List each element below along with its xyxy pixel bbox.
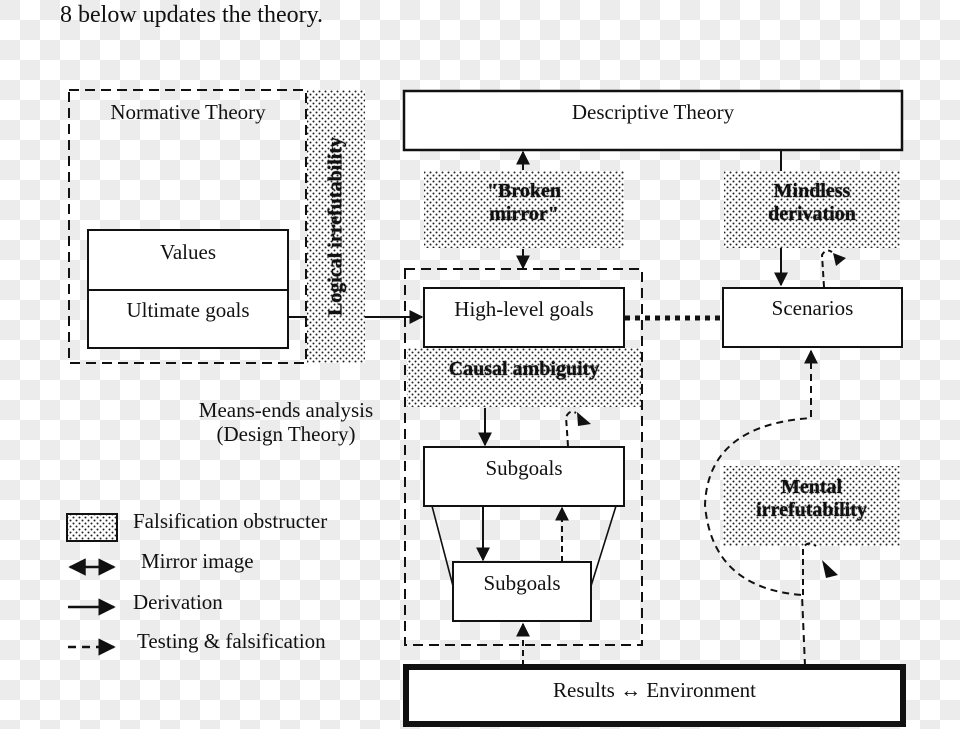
legend-mirror-image: Mirror image xyxy=(141,549,254,573)
legend-falsification-obstructer: Falsification obstructer xyxy=(133,509,328,533)
subgoals-testing-loop xyxy=(564,410,577,447)
legend-derivation: Derivation xyxy=(133,590,223,614)
ultimate-goals-label: Ultimate goals xyxy=(126,298,250,322)
legend-dotted-box-icon xyxy=(66,513,118,542)
values-label: Values xyxy=(160,240,216,264)
legend-testing-falsification: Testing & falsification xyxy=(137,629,326,653)
broken-mirror-label: "Broken mirror" xyxy=(424,180,624,226)
mental-irrefutability-line-1: Mental xyxy=(780,476,843,498)
mental-irrefutability-label: Mental irrefutability xyxy=(723,476,900,522)
means-ends-label: Means-ends analysis (Design Theory) xyxy=(170,398,402,446)
results-environment-label: Results ↔ Environment xyxy=(553,678,756,702)
mental-testing-arrowhead xyxy=(822,560,838,578)
mindless-derivation-label: Mindless derivation xyxy=(724,180,900,226)
mindless-derivation-line-1: Mindless xyxy=(773,180,851,202)
descriptive-theory-label: Descriptive Theory xyxy=(571,100,735,124)
causal-ambiguity-label: Causal ambiguity xyxy=(448,358,600,380)
subgoals-testing-arrowhead xyxy=(577,412,591,426)
high-level-goals-label: High-level goals xyxy=(454,297,594,321)
mindless-derivation-line-2: derivation xyxy=(768,203,856,225)
trapezoid-left xyxy=(431,505,454,587)
scenarios-label: Scenarios xyxy=(771,296,854,320)
means-ends-line-2: (Design Theory) xyxy=(216,422,356,447)
means-ends-line-1: Means-ends analysis xyxy=(198,398,374,422)
broken-mirror-line-2: mirror" xyxy=(489,203,559,225)
scenarios-testing-loop xyxy=(820,249,833,288)
logical-irrefutability-label: Logical irrefutability xyxy=(324,136,347,317)
scenarios-testing-arrowhead xyxy=(833,253,846,266)
mental-irrefutability-line-2: irrefutability xyxy=(756,499,867,521)
trapezoid-right xyxy=(590,505,617,587)
broken-mirror-line-1: "Broken xyxy=(486,180,562,202)
mental-testing-loop xyxy=(802,542,817,595)
normative-theory-title: Normative Theory xyxy=(110,100,266,124)
subgoals-upper-label: Subgoals xyxy=(485,456,563,480)
subgoals-lower-label: Subgoals xyxy=(483,571,561,595)
